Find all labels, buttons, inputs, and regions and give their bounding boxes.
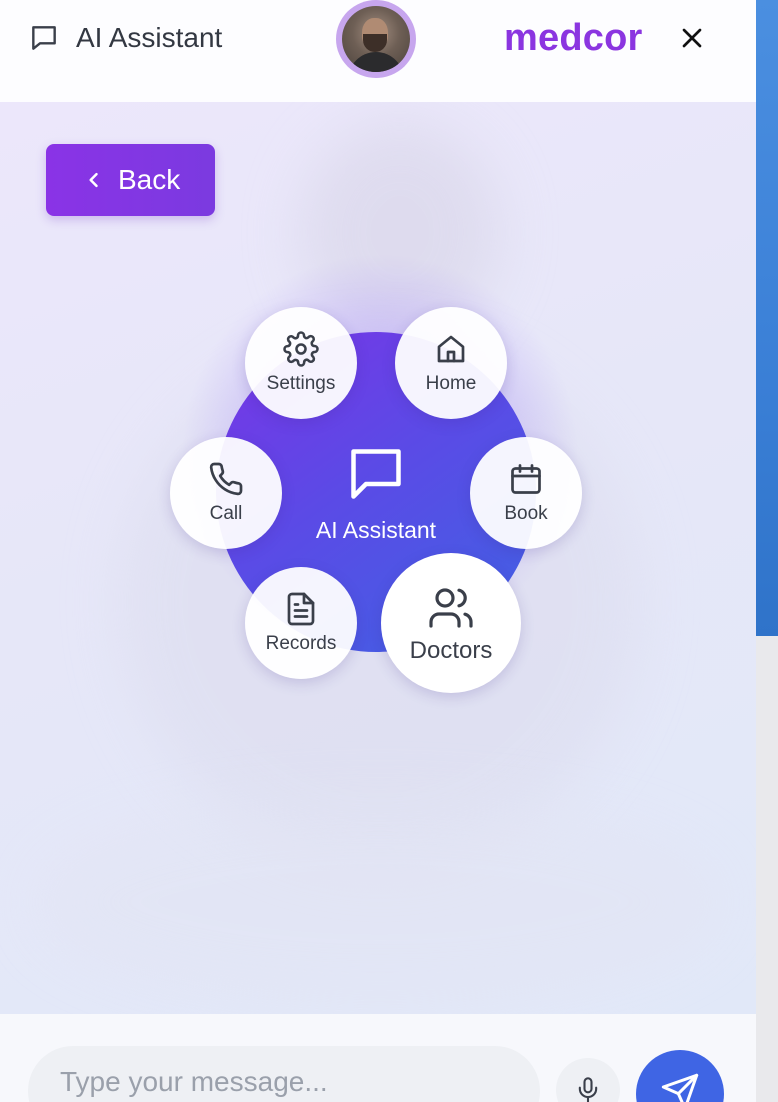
book-label: Book — [504, 503, 548, 524]
doctors-label: Doctors — [409, 637, 493, 664]
gear-icon — [283, 331, 319, 367]
calendar-icon — [511, 464, 541, 494]
home-button[interactable]: Home — [395, 307, 507, 419]
home-icon — [437, 335, 465, 363]
chat-bubble-icon — [351, 449, 401, 499]
microphone-button[interactable] — [556, 1058, 620, 1102]
message-input[interactable] — [28, 1046, 540, 1102]
background-window-edge-lower — [756, 636, 778, 1102]
chevron-left-icon — [89, 172, 98, 188]
send-icon — [661, 1073, 699, 1102]
back-button-label: Back — [118, 164, 181, 195]
settings-button[interactable]: Settings — [245, 307, 357, 419]
home-label: Home — [425, 373, 477, 394]
chat-bubble-icon — [32, 26, 56, 50]
settings-label: Settings — [266, 373, 336, 394]
message-composer — [0, 1014, 756, 1102]
background-blur — [40, 802, 720, 1002]
phone-icon — [209, 462, 243, 496]
microphone-icon — [578, 1077, 598, 1102]
records-button[interactable]: Records — [245, 567, 357, 679]
doctors-button[interactable]: Doctors — [381, 553, 521, 693]
main-area: Back AI Assistant Settings Home Call Boo… — [0, 102, 756, 1014]
avatar-shirt — [348, 52, 404, 72]
avatar[interactable] — [336, 0, 416, 78]
call-button[interactable]: Call — [170, 437, 282, 549]
send-button[interactable] — [636, 1050, 724, 1102]
records-label: Records — [265, 633, 337, 654]
background-window-edge — [756, 0, 778, 636]
avatar-photo — [342, 6, 410, 72]
back-button[interactable]: Back — [46, 144, 215, 216]
book-button[interactable]: Book — [470, 437, 582, 549]
assistant-panel: AI Assistant medcor Back AI Assistant Se… — [0, 0, 756, 1102]
close-icon[interactable] — [676, 22, 708, 54]
avatar-beard — [363, 34, 387, 52]
header-title: AI Assistant — [76, 22, 223, 53]
panel-header: AI Assistant medcor — [0, 0, 756, 102]
brand-logo: medcor — [504, 17, 643, 59]
users-icon — [429, 588, 473, 628]
document-icon — [287, 592, 315, 626]
call-label: Call — [209, 503, 243, 524]
